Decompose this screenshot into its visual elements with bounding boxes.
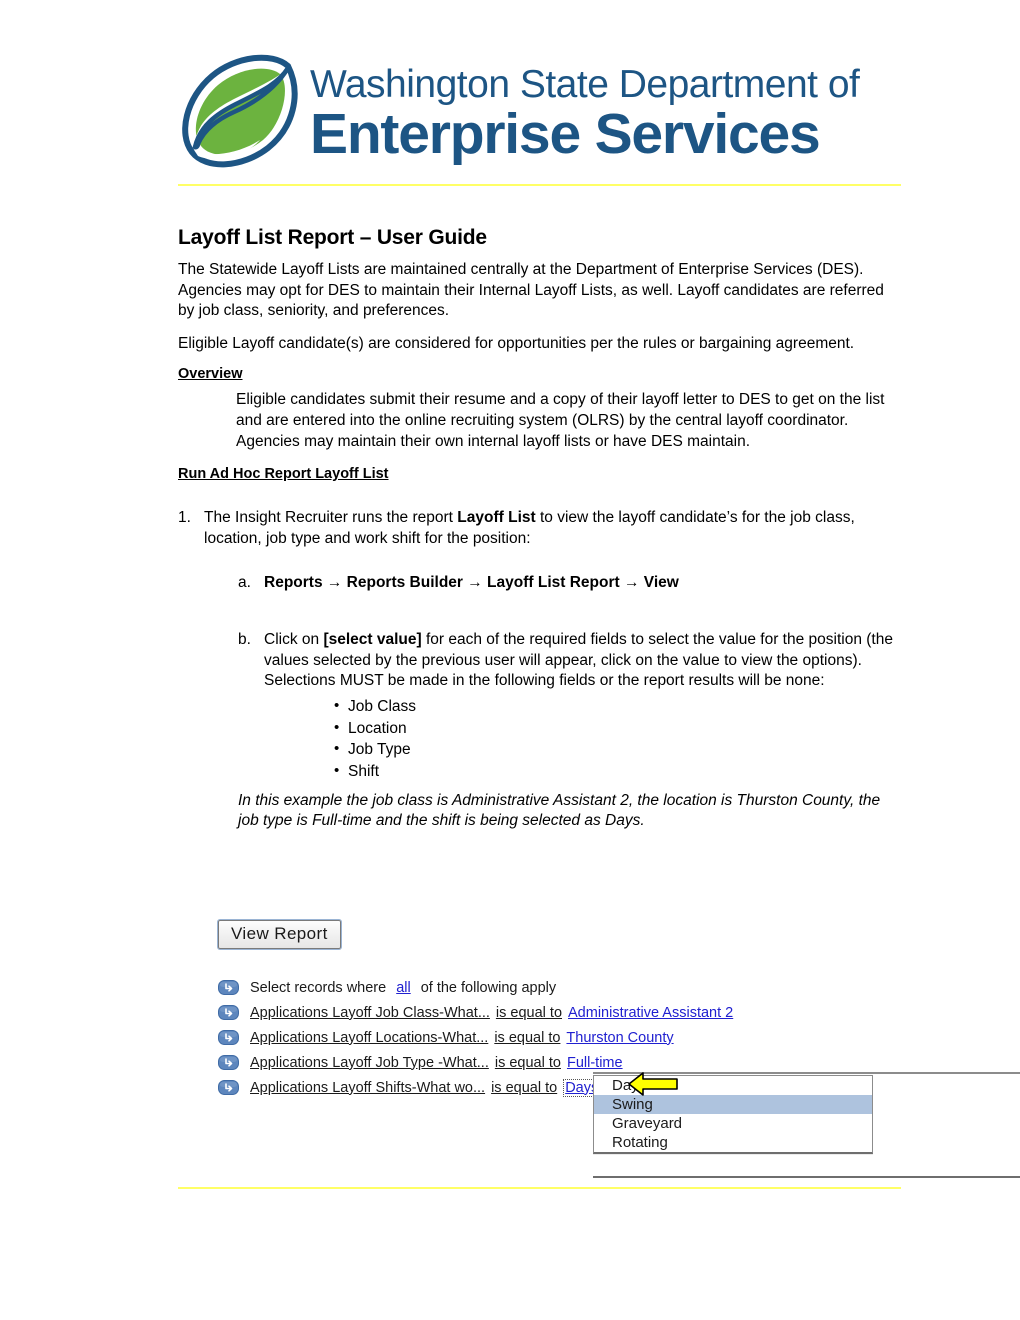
filter-field-label[interactable]: Applications Layoff Job Type -What...: [250, 1055, 489, 1071]
step-b-text: Click on [select value] for each of the …: [264, 630, 901, 692]
step-1-text: The Insight Recruiter runs the report La…: [204, 508, 901, 549]
expand-arrow-icon[interactable]: [218, 1080, 239, 1095]
step-b-marker: b.: [238, 631, 251, 649]
dropdown-bottom-rule: [593, 1176, 1020, 1178]
filter-operator-label[interactable]: is equal to: [491, 1080, 557, 1096]
expand-arrow-icon[interactable]: [218, 1055, 239, 1070]
leaf-swirl-logo-icon: [176, 54, 302, 174]
filter-operator-label[interactable]: is equal to: [494, 1030, 560, 1046]
filter-field-label[interactable]: Applications Layoff Shifts-What wo...: [250, 1080, 485, 1096]
logo-line-1: Washington State Department of: [310, 63, 860, 106]
filter-row-job-class: Applications Layoff Job Class-What... is…: [218, 1000, 898, 1025]
document-body: Layoff List Report – User Guide The Stat…: [178, 226, 901, 832]
filter-operator-label[interactable]: is equal to: [495, 1055, 561, 1071]
page-title: Layoff List Report – User Guide: [178, 226, 487, 249]
view-report-button[interactable]: View Report: [217, 919, 342, 950]
logo-line-2: Enterprise Services: [310, 102, 821, 166]
filter-value-link[interactable]: Administrative Assistant 2: [568, 1005, 733, 1021]
overview-heading: Overview: [178, 366, 243, 383]
expand-arrow-icon[interactable]: [218, 1005, 239, 1020]
list-item: Location: [334, 717, 901, 740]
filter-row-locations: Applications Layoff Locations-What... is…: [218, 1025, 898, 1050]
step-b: b. Click on [select value] for each of t…: [178, 630, 901, 692]
list-item: Shift: [334, 760, 901, 783]
step-b-text-before: Click on: [264, 631, 324, 649]
step-a: a. Reports → Reports Builder → Layoff Li…: [178, 573, 901, 594]
logo-wordmark: Washington State Department of Enterpris…: [310, 63, 860, 166]
filter-intro-prefix: Select records where: [250, 979, 387, 996]
step-1-marker: 1.: [178, 509, 191, 527]
intro-paragraph-1: The Statewide Layoff Lists are maintaine…: [178, 261, 884, 320]
dropdown-option-rotating[interactable]: Rotating: [594, 1133, 872, 1152]
dropdown-option-graveyard[interactable]: Graveyard: [594, 1114, 872, 1133]
intro-paragraph-2: Eligible Layoff candidate(s) are conside…: [178, 334, 855, 352]
filter-intro-all-link[interactable]: all: [396, 980, 411, 996]
list-item: Job Class: [334, 695, 901, 718]
expand-arrow-icon[interactable]: [218, 1030, 239, 1045]
step-1-text-before: The Insight Recruiter runs the report: [204, 509, 458, 527]
step-a-marker: a.: [238, 574, 251, 592]
header-divider: [178, 184, 901, 186]
step-a-text: Reports → Reports Builder → Layoff List …: [264, 574, 679, 592]
step-1: 1. The Insight Recruiter runs the report…: [178, 508, 901, 549]
filter-operator-label[interactable]: is equal to: [496, 1005, 562, 1021]
expand-arrow-icon[interactable]: [218, 980, 239, 995]
list-item: Job Type: [334, 738, 901, 761]
run-report-heading: Run Ad Hoc Report Layoff List: [178, 466, 389, 483]
filter-row-intro: Select records where all of the followin…: [218, 975, 898, 1000]
des-logo: Washington State Department of Enterpris…: [176, 52, 860, 176]
required-fields-list: Job Class Location Job Type Shift: [178, 695, 901, 783]
footer-divider: [178, 1187, 901, 1189]
filter-field-label[interactable]: Applications Layoff Locations-What...: [250, 1030, 488, 1046]
filter-value-link[interactable]: Thurston County: [566, 1030, 673, 1046]
report-builder-screenshot: View Report Select records where all of …: [217, 919, 1020, 1178]
step-1-bold: Layoff List: [457, 509, 536, 527]
filter-field-label[interactable]: Applications Layoff Job Class-What...: [250, 1005, 490, 1021]
dropdown-option-swing[interactable]: Swing: [594, 1095, 872, 1114]
step-b-bold: [select value]: [323, 631, 422, 649]
example-note: In this example the job class is Adminis…: [238, 791, 881, 830]
filter-value-link[interactable]: Full-time: [567, 1055, 623, 1071]
filter-intro-suffix: of the following apply: [420, 979, 557, 996]
overview-paragraph: Eligible candidates submit their resume …: [236, 391, 885, 450]
yellow-left-arrow-icon: [627, 1071, 679, 1097]
document-page: Washington State Department of Enterpris…: [0, 0, 1020, 1320]
